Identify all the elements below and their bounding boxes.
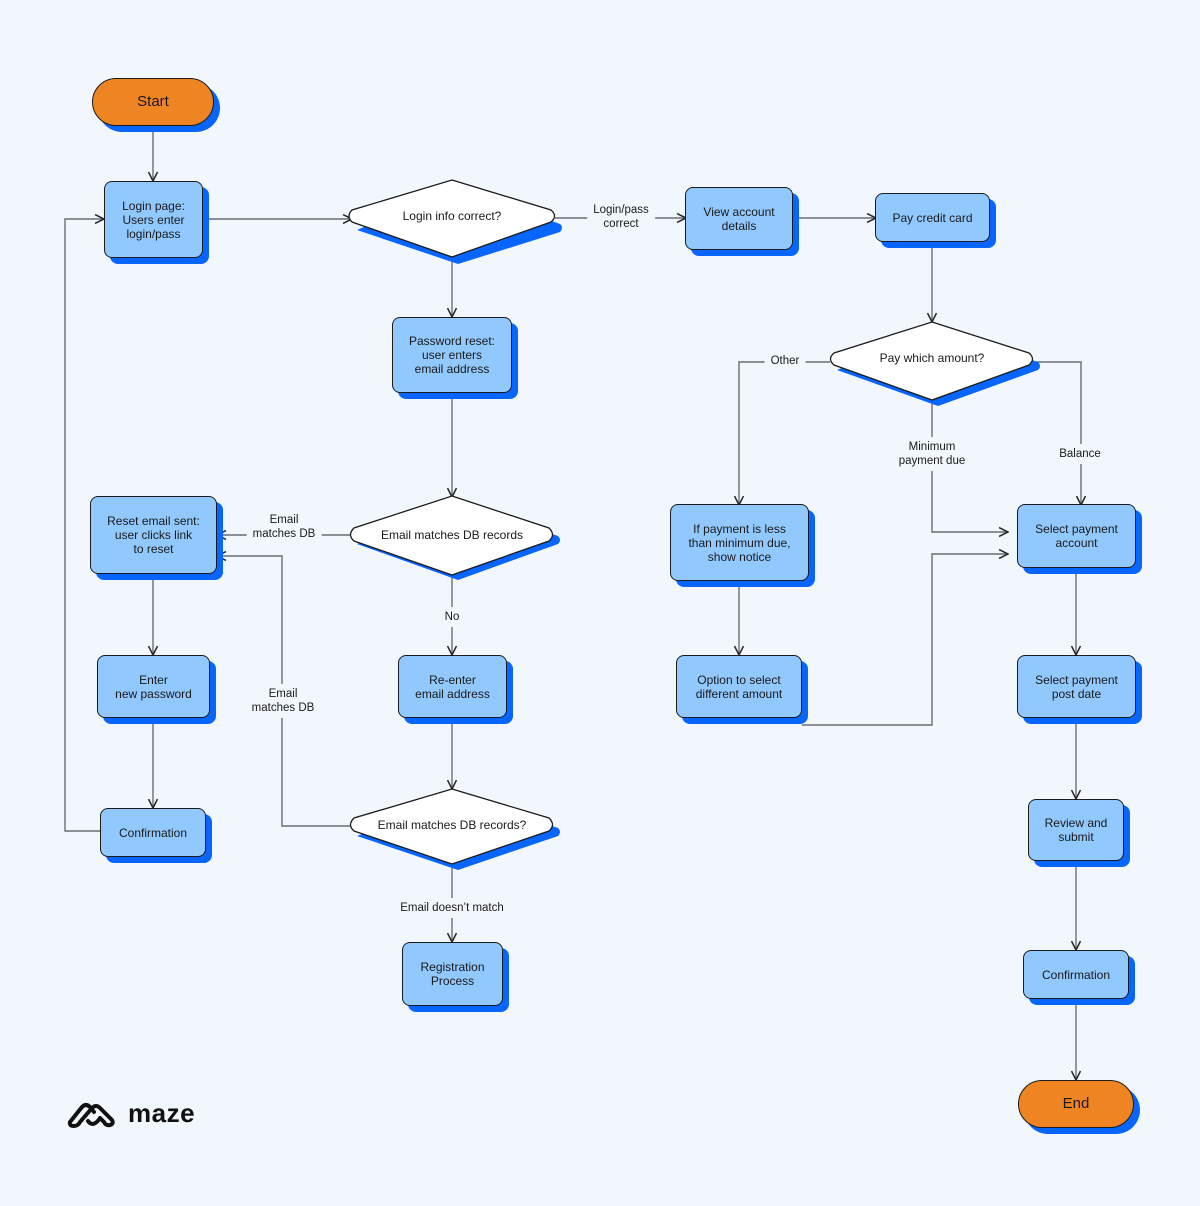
node-confirmation-left: Confirmation xyxy=(100,808,206,857)
node-password-reset: Password reset: user enters email addres… xyxy=(392,317,512,393)
end-terminal: End xyxy=(1018,1080,1134,1128)
maze-logo-text: maze xyxy=(128,1098,196,1128)
edge-paywhich-balance xyxy=(1035,361,1081,505)
decision-pay-which-label: Pay which amount? xyxy=(879,351,985,365)
node-registration: Registration Process xyxy=(402,942,503,1006)
end-label: End xyxy=(1062,1095,1090,1112)
node-review-submit: Review and submit xyxy=(1028,799,1124,861)
node-enter-new-password: Enter new password xyxy=(97,655,210,718)
start-terminal: Start xyxy=(92,78,214,126)
maze-logo-icon xyxy=(67,1102,115,1128)
start-label: Start xyxy=(137,93,169,110)
edge-label-email-doesnt-match: Email doesn’t match xyxy=(394,898,510,918)
decision-email-match-1-label: Email matches DB records xyxy=(380,528,524,542)
node-reset-email-sent: Reset email sent: user clicks link to re… xyxy=(90,496,217,574)
node-confirmation-right: Confirmation xyxy=(1023,950,1129,999)
decision-login-correct-label: Login info correct? xyxy=(402,209,502,223)
node-less-than-minimum: If payment is less than minimum due, sho… xyxy=(670,504,809,581)
node-view-account: View account details xyxy=(685,187,793,250)
edge-label-login-pass-correct: Login/pass correct xyxy=(587,200,655,234)
edge-label-email-matches-db-1: Email matches DB xyxy=(246,510,322,544)
node-pay-credit-card: Pay credit card xyxy=(875,193,990,242)
edge-label-no: No xyxy=(438,607,466,627)
node-select-post-date: Select payment post date xyxy=(1017,655,1136,718)
edge-label-email-matches-db-2: Email matches DB xyxy=(245,684,321,718)
node-login-page: Login page: Users enter login/pass xyxy=(104,181,203,258)
maze-logo: maze xyxy=(66,1098,195,1129)
edge-label-other: Other xyxy=(764,351,806,371)
edge-option-account xyxy=(802,554,1008,726)
edge-label-balance: Balance xyxy=(1053,444,1107,464)
node-reenter-email: Re-enter email address xyxy=(398,655,507,718)
edge-paywhich-other xyxy=(739,361,830,505)
node-select-payment-account: Select payment account xyxy=(1017,504,1136,568)
decision-email-match-2-label: Email matches DB records? xyxy=(377,818,527,832)
node-option-different-amount: Option to select different amount xyxy=(676,655,802,718)
edge-label-minimum-payment-due: Minimum payment due xyxy=(892,437,972,471)
